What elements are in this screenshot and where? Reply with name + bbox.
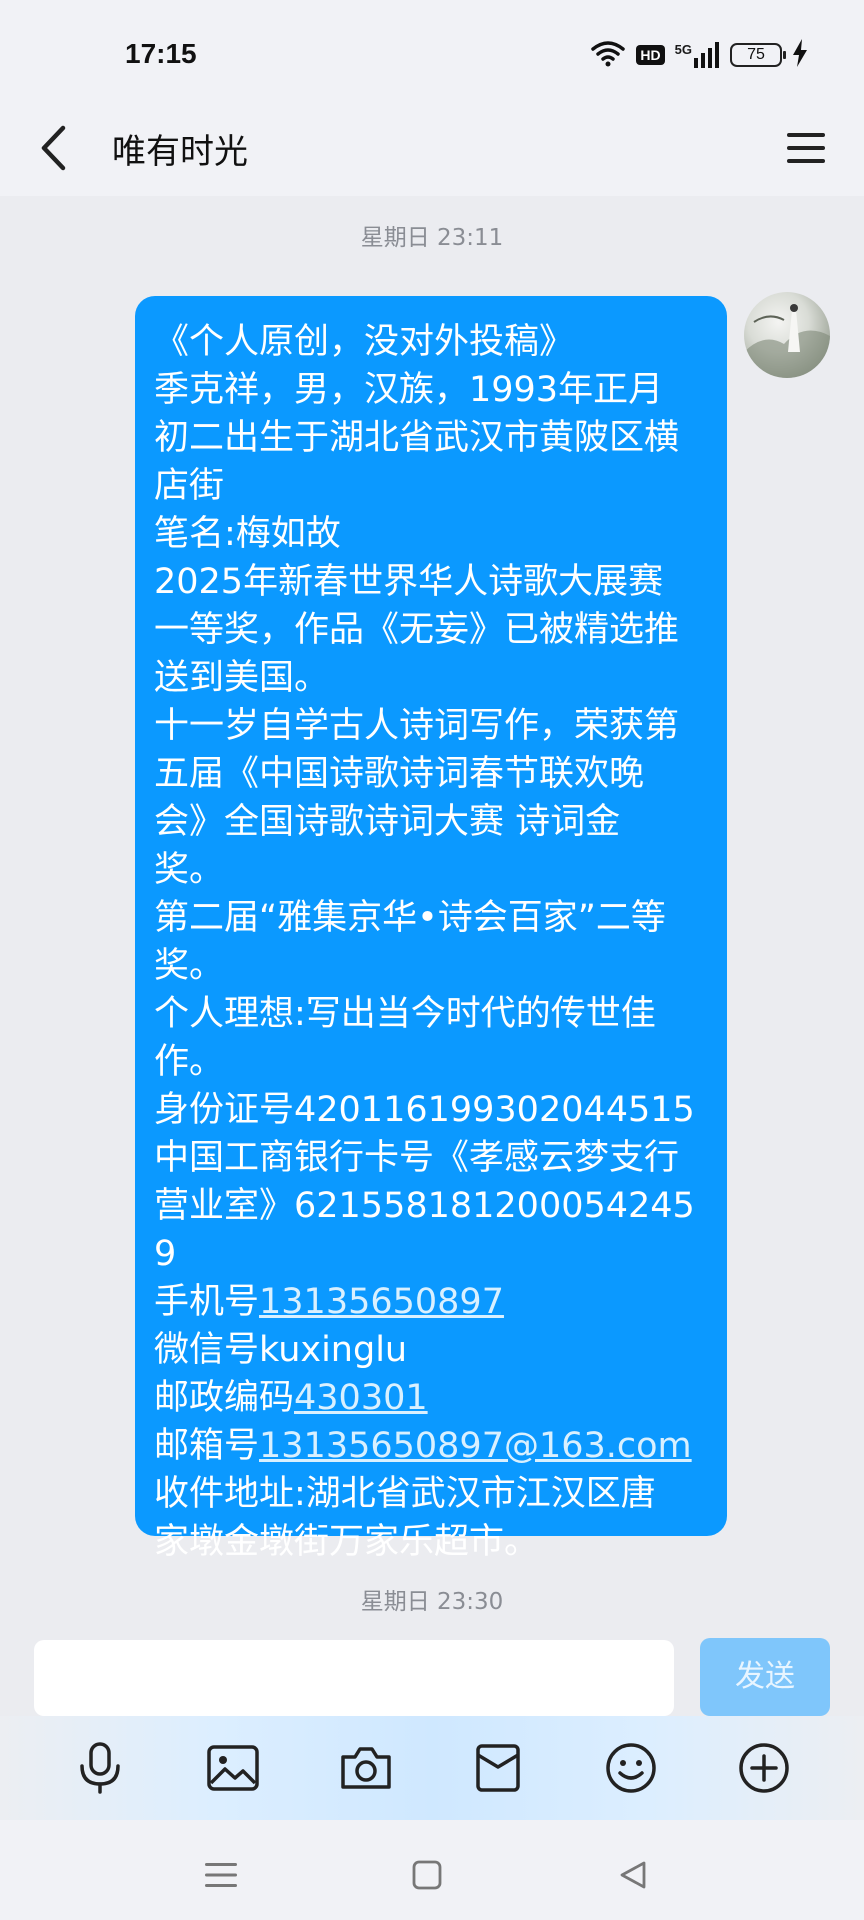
phone-label: 手机号 [154,1282,260,1322]
system-nav-bar [0,1820,864,1920]
hd-icon: HD [636,45,665,65]
message-line: 会》全国诗歌诗词大赛 诗词金 [154,802,621,842]
battery-icon: 75 [730,43,786,67]
emoji-icon [606,1743,656,1793]
message-line: 奖。 [154,850,225,890]
message-line: 送到美国。 [154,658,330,698]
address-line: 家墩金墩街万家乐超市。 [154,1522,540,1562]
input-bar: 发送 [0,1624,864,1716]
postcode-label: 邮政编码 [154,1378,295,1418]
charging-icon [792,39,808,71]
wifi-icon [590,39,626,71]
message-line: 初二出生于湖北省武汉市黄陂区横 [154,418,680,458]
message-line: 十一岁自学古人诗词写作，荣获第 [154,706,680,746]
message-line: 一等奖，作品《无妄》已被精选推 [154,610,680,650]
email-link[interactable]: 13135650897@163.com [259,1426,692,1466]
red-packet-icon [476,1744,521,1792]
avatar[interactable] [744,292,830,378]
status-bar: 17:15 HD 5G 75 [0,0,864,100]
message-bubble[interactable]: 《个人原创，没对外投稿》 季克祥，男，汉族，1993年正月 初二出生于湖北省武汉… [135,296,727,1562]
message-line: 奖。 [154,946,225,986]
wechat-line: 微信号kuxinglu [154,1330,408,1370]
signal-5g-icon: 5G [675,42,720,68]
image-button[interactable] [197,1732,269,1804]
camera-icon [340,1747,391,1789]
message-line: 季克祥，男，汉族，1993年正月 [154,370,664,410]
home-button[interactable] [402,1850,452,1900]
phone-link[interactable]: 13135650897 [259,1282,504,1322]
recent-apps-icon [205,1863,237,1887]
message-line: 身份证号420116199302044515 [154,1090,695,1130]
message-line: 笔名:梅如故 [154,514,341,554]
message-line: 店街 [154,466,225,506]
postcode-link[interactable]: 430301 [294,1378,428,1418]
chat-area[interactable]: 星期日 23:11 《个人原创，没对外投稿》 季克祥，男，汉族，1993年正月 … [0,196,864,1624]
message-line: 作。 [154,1042,225,1082]
emoji-button[interactable] [595,1732,667,1804]
send-button[interactable]: 发送 [700,1638,830,1716]
message-line: 五届《中国诗歌诗词春节联欢晚 [154,754,645,794]
avatar-image [744,304,830,378]
chat-title: 唯有时光 [112,132,248,172]
chat-header: 唯有时光 [0,100,864,196]
recent-apps-button[interactable] [196,1850,246,1900]
red-packet-button[interactable] [462,1732,534,1804]
system-back-button[interactable] [608,1850,658,1900]
message-timestamp: 星期日 23:30 [360,1589,504,1615]
home-icon [412,1860,442,1890]
camera-button[interactable] [330,1732,402,1804]
image-icon [207,1745,259,1791]
message-line: 2025年新春世界华人诗歌大展赛 [154,562,664,602]
voice-button[interactable] [64,1732,136,1804]
message-input[interactable] [34,1640,674,1716]
plus-icon [738,1743,789,1793]
back-arrow-icon [41,125,66,171]
menu-button[interactable] [776,118,836,178]
microphone-icon [80,1742,121,1794]
email-label: 邮箱号 [154,1426,260,1466]
input-toolbar [0,1716,864,1820]
back-icon [620,1861,646,1889]
back-button[interactable] [24,118,84,178]
status-time: 17:15 [125,38,197,69]
message-line: 个人理想:写出当今时代的传世佳 [154,994,656,1034]
message-line: 《个人原创，没对外投稿》 [154,322,575,362]
message-line: 中国工商银行卡号《孝感云梦支行 [154,1138,680,1178]
phone-line: 手机号13135650897 [154,1278,707,1326]
menu-icon [787,133,825,163]
message-line: 营业室》6215581812000542459 [154,1186,695,1274]
message-timestamp: 星期日 23:11 [360,225,504,251]
email-line: 邮箱号13135650897@163.com [154,1422,707,1470]
more-button[interactable] [728,1732,800,1804]
address-line: 收件地址:湖北省武汉市江汉区唐 [154,1474,656,1514]
postcode-line: 邮政编码430301 [154,1374,707,1422]
message-line: 第二届“雅集京华•诗会百家”二等 [154,898,666,938]
status-icons: HD 5G 75 [590,38,808,72]
